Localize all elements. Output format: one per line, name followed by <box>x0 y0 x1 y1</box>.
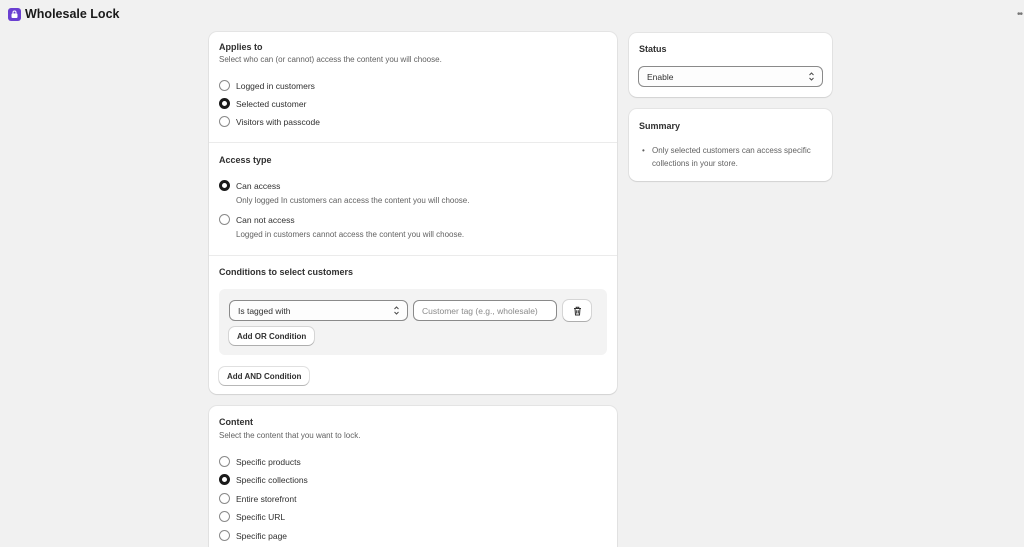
status-card: Status Enable <box>629 33 832 97</box>
delete-condition-button[interactable] <box>563 300 591 321</box>
radio-label: Can access <box>236 180 281 191</box>
status-title: Status <box>639 44 667 54</box>
access-type-title: Access type <box>219 155 272 165</box>
customer-tag-input[interactable]: Customer tag (e.g., wholesale) <box>413 300 557 321</box>
radio-label: Selected customer <box>236 98 307 109</box>
radio-button[interactable] <box>219 456 230 467</box>
radio-specific-url[interactable]: Specific URL <box>219 511 285 522</box>
summary-card: Summary • Only selected customers can ac… <box>629 109 832 181</box>
can-not-access-help: Logged in customers cannot access the co… <box>236 230 465 239</box>
status-select[interactable]: Enable <box>638 66 823 87</box>
condition-type-select[interactable]: Is tagged with <box>229 300 408 321</box>
customer-tag-placeholder: Customer tag (e.g., wholesale) <box>422 305 538 316</box>
radio-selected-customer[interactable]: Selected customer <box>219 98 306 109</box>
radio-label: Specific URL <box>236 511 286 522</box>
radio-can-access[interactable]: Can access <box>219 180 280 191</box>
radio-logged-in-customers[interactable]: Logged in customers <box>219 80 315 91</box>
content-card: Content Select the content that you want… <box>209 406 617 547</box>
condition-group: Is tagged with Customer tag (e.g., whole… <box>219 289 607 355</box>
radio-entire-storefront[interactable]: Entire storefront <box>219 493 296 504</box>
add-and-condition-button[interactable]: Add AND Condition <box>219 367 310 385</box>
can-access-help: Only logged In customers can access the … <box>236 196 470 205</box>
radio-button[interactable] <box>219 530 230 541</box>
app-logo-icon <box>8 7 21 21</box>
status-value: Enable <box>647 71 674 82</box>
conditions-title: Conditions to select customers <box>219 267 354 277</box>
radio-button[interactable] <box>219 98 230 109</box>
radio-specific-page[interactable]: Specific page <box>219 530 287 541</box>
select-chevron-icon <box>394 306 399 315</box>
radio-button[interactable] <box>219 511 230 522</box>
divider <box>209 255 617 256</box>
applies-to-title: Applies to <box>219 42 263 52</box>
app-title: Wholesale Lock <box>25 7 120 21</box>
trash-icon <box>573 306 581 315</box>
radio-button[interactable] <box>219 214 230 225</box>
radio-label: Specific page <box>236 530 288 541</box>
radio-button[interactable] <box>219 493 230 504</box>
condition-type-value: Is tagged with <box>238 305 291 316</box>
summary-item: • Only selected customers can access spe… <box>639 144 819 170</box>
radio-specific-collections[interactable]: Specific collections <box>219 474 308 485</box>
content-subtitle: Select the content that you want to lock… <box>219 431 361 440</box>
radio-button[interactable] <box>219 80 230 91</box>
radio-label: Visitors with passcode <box>236 116 320 127</box>
radio-visitors-with-passcode[interactable]: Visitors with passcode <box>219 116 320 127</box>
radio-label: Entire storefront <box>236 493 297 504</box>
radio-specific-products[interactable]: Specific products <box>219 456 301 467</box>
radio-label: Specific collections <box>236 474 308 485</box>
more-horizontal-icon[interactable]: •• <box>1017 9 1023 20</box>
radio-button[interactable] <box>219 474 230 485</box>
summary-title: Summary <box>639 121 681 131</box>
radio-can-not-access[interactable]: Can not access <box>219 214 295 225</box>
applies-to-subtitle: Select who can (or cannot) access the co… <box>219 55 442 64</box>
select-chevron-icon <box>809 72 814 81</box>
add-or-condition-button[interactable]: Add OR Condition <box>229 327 315 345</box>
top-bar: Wholesale Lock •• <box>0 0 1024 28</box>
divider <box>209 142 617 143</box>
radio-label: Can not access <box>236 214 295 225</box>
content-title: Content <box>219 417 253 427</box>
radio-button[interactable] <box>219 116 230 127</box>
summary-item-text: Only selected customers can access speci… <box>652 146 811 168</box>
radio-label: Specific products <box>236 456 301 467</box>
rule-settings-card: Applies to Select who can (or cannot) ac… <box>209 32 617 394</box>
radio-label: Logged in customers <box>236 80 315 91</box>
summary-list: • Only selected customers can access spe… <box>639 144 819 170</box>
bullet-icon: • <box>642 146 645 155</box>
radio-button[interactable] <box>219 180 230 191</box>
